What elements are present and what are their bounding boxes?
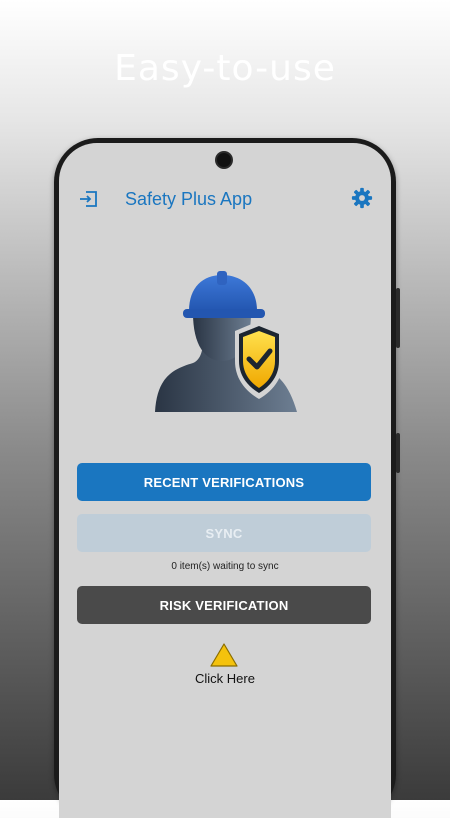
risk-verification-button[interactable]: RISK VERIFICATION [77,586,371,624]
warning-icon[interactable] [209,642,239,668]
gear-icon[interactable] [351,187,373,209]
recent-verifications-button[interactable]: RECENT VERIFICATIONS [77,463,371,501]
worker-shield-icon [155,271,297,412]
sync-status: 0 item(s) waiting to sync [171,561,279,572]
logout-icon[interactable] [77,187,101,211]
app-screen: Safety Plus App RECENT VERIFICATIONS SYN… [59,143,391,818]
app-title: Safety Plus App [125,189,253,209]
phone-volume-button [396,288,400,348]
sync-button[interactable]: SYNC [77,514,371,552]
front-camera [217,153,231,167]
click-here-link[interactable]: Click Here [59,671,391,686]
phone-power-button [396,433,400,473]
promo-headline: Easy-to-use [114,48,336,89]
phone-frame: Safety Plus App RECENT VERIFICATIONS SYN… [54,138,400,818]
app-toolbar: Safety Plus App [59,185,391,215]
